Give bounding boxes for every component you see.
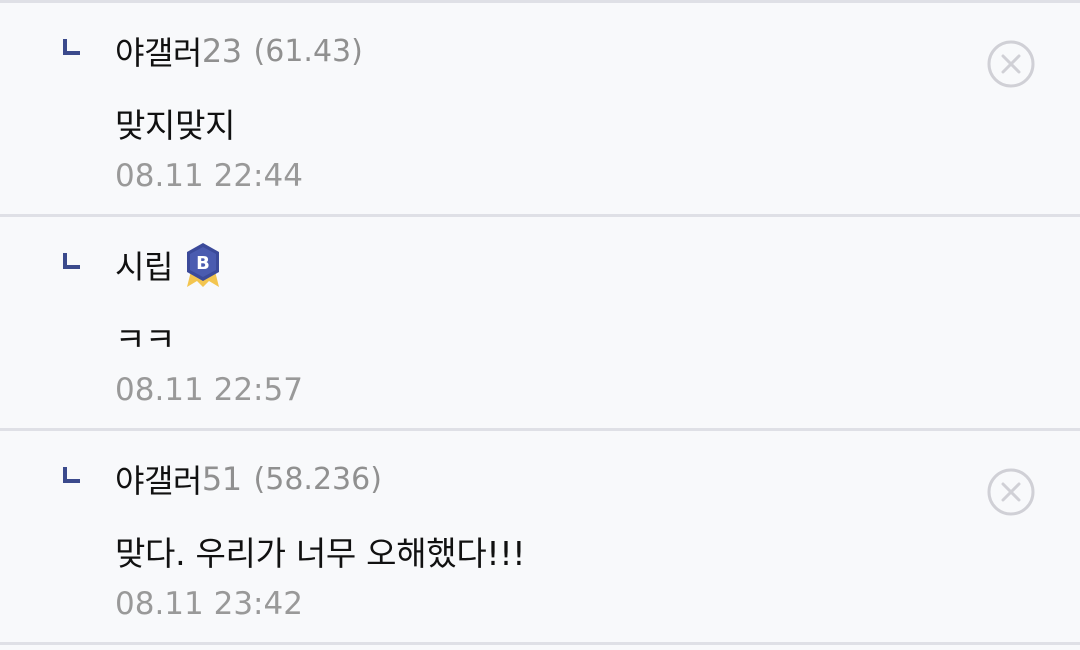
reply-arrow-icon — [63, 39, 80, 55]
delete-comment-button[interactable] — [986, 39, 1036, 89]
reply-arrow-icon — [63, 467, 80, 483]
close-circle-icon — [987, 468, 1035, 516]
nickname[interactable]: 시립 — [115, 242, 173, 288]
comment-item: 야갤러 51 (58.236) 맞다. 우리가 너무 오해했다!!! 08.11… — [0, 431, 1080, 645]
close-circle-icon — [987, 40, 1035, 88]
nickname-number: 23 — [201, 32, 242, 70]
comment-author: 야갤러 23 (61.43) — [115, 29, 363, 73]
svg-text:B: B — [196, 253, 210, 274]
comment-date: 08.11 22:44 — [115, 158, 303, 194]
comment-author: 시립 B — [115, 243, 223, 287]
comment-text: 맞다. 우리가 너무 오해했다!!! — [115, 534, 526, 573]
nickname-number: 51 — [201, 460, 242, 498]
nickname[interactable]: 야갤러 — [115, 456, 202, 502]
comment-author: 야갤러 51 (58.236) — [115, 457, 382, 501]
ip-address: (58.236) — [253, 461, 382, 497]
delete-comment-button[interactable] — [986, 467, 1036, 517]
comment-text: ㅋㅋ — [115, 320, 176, 359]
comment-date: 08.11 23:42 — [115, 586, 303, 622]
reply-arrow-icon — [63, 253, 80, 269]
comment-item: 시립 B ㅋㅋ 08.11 22:57 — [0, 217, 1080, 431]
nickname[interactable]: 야갤러 — [115, 28, 202, 74]
comment-item: 야갤러 23 (61.43) 맞지맞지 08.11 22:44 — [0, 3, 1080, 217]
ip-address: (61.43) — [253, 33, 363, 69]
comment-text: 맞지맞지 — [115, 106, 236, 145]
comment-list: 야갤러 23 (61.43) 맞지맞지 08.11 22:44 시립 B ㅋㅋ … — [0, 0, 1080, 650]
comment-date: 08.11 22:57 — [115, 372, 303, 408]
member-badge-icon: B — [186, 243, 219, 287]
